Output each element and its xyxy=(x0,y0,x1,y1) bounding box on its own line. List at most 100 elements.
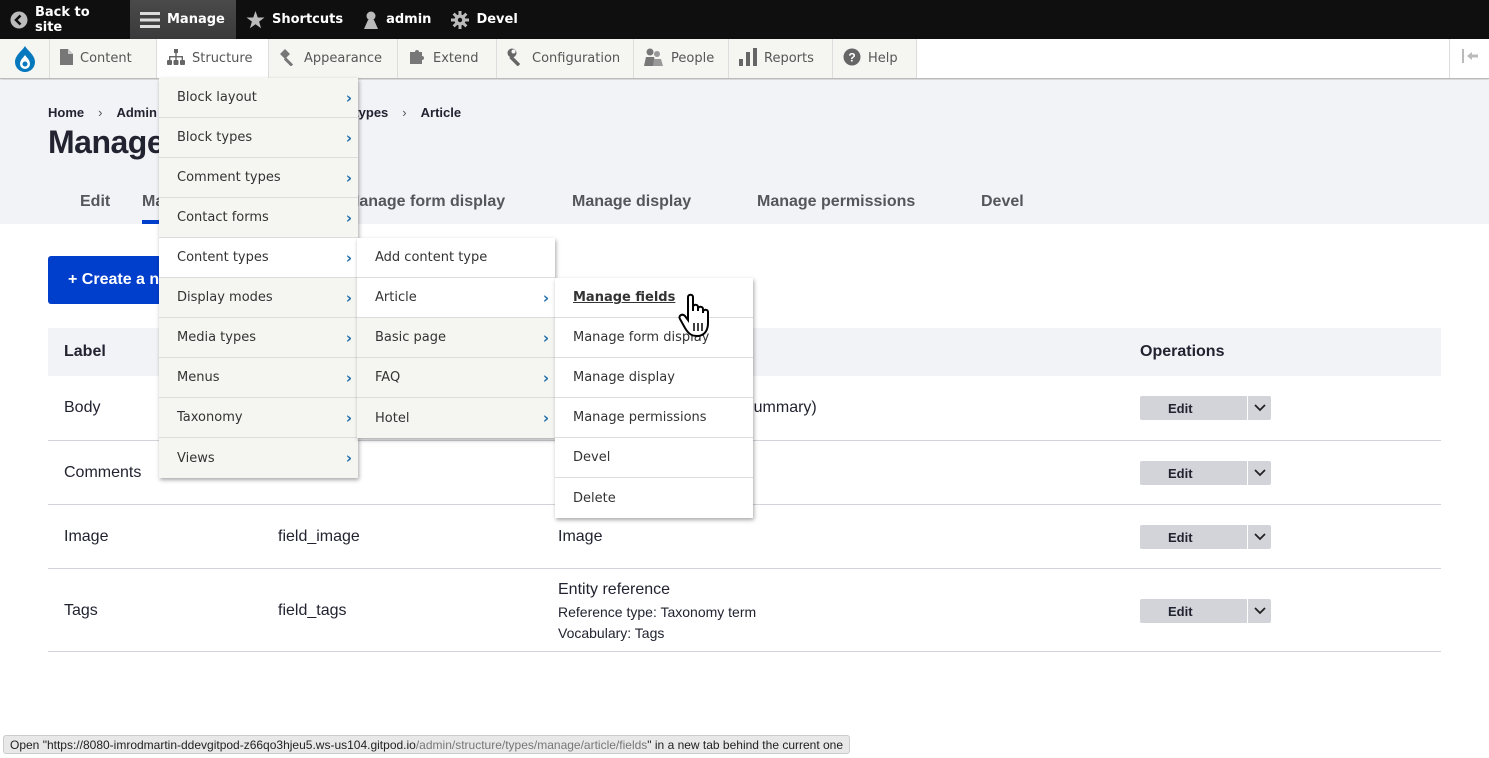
menu-item-display-modes[interactable]: Display modes › xyxy=(159,278,358,318)
chevron-down-icon[interactable] xyxy=(1247,599,1271,623)
structure-menu: Block layout › Block types › Comment types… xyxy=(159,78,358,478)
people-icon xyxy=(644,48,664,70)
svg-text:?: ? xyxy=(848,50,855,64)
breadcrumb-home[interactable]: Home xyxy=(48,105,84,120)
operations-dropbutton: Edit xyxy=(1140,525,1271,549)
manage-tab[interactable]: Manage xyxy=(130,0,236,39)
field-type-detail: Vocabulary: Tags xyxy=(558,625,665,641)
tab-manage-form-display[interactable]: Manage form display xyxy=(346,180,505,224)
sitemap-icon xyxy=(167,48,185,69)
tray-item-structure[interactable]: Structure xyxy=(157,39,269,78)
tray-item-content[interactable]: Content xyxy=(50,39,157,78)
menu-item-views[interactable]: Views › xyxy=(159,438,358,478)
chevron-right-icon: › xyxy=(542,409,549,427)
chevron-right-icon: › xyxy=(345,368,352,387)
tab-manage-permissions[interactable]: Manage permissions xyxy=(757,180,915,224)
collapse-arrow-icon xyxy=(1461,49,1478,68)
menu-item-add-content-type[interactable]: Add content type xyxy=(357,238,555,278)
header-operations: Operations xyxy=(1140,343,1225,360)
link-preview-statusbar: Open "https://8080-imrodmartin-ddevgitpo… xyxy=(3,735,851,754)
field-label[interactable]: Comments xyxy=(64,464,141,482)
chevron-right-icon: › xyxy=(542,368,549,387)
menu-item-manage-display[interactable]: Manage display xyxy=(555,358,753,398)
admin-toolbar: Back to site Manage Shortcuts admin Deve… xyxy=(0,0,1489,39)
shortcuts-tab[interactable]: Shortcuts xyxy=(236,0,353,39)
field-machine-name: field_image xyxy=(278,528,360,545)
tray-item-people[interactable]: People xyxy=(634,39,729,78)
chevron-down-icon[interactable] xyxy=(1247,525,1271,549)
field-type: Image xyxy=(558,528,603,545)
content-types-menu: Add content type Article › Basic page › FA… xyxy=(357,238,555,438)
admin-tray: Content Structure Appearance Extend Conf… xyxy=(0,39,1489,79)
drupal-logo-icon[interactable] xyxy=(0,39,50,78)
paintbrush-icon xyxy=(279,48,297,70)
table-row: Tags field_tags Entity reference Referen… xyxy=(48,569,1441,652)
tray-item-help[interactable]: ? Help xyxy=(833,39,917,78)
tray-item-appearance[interactable]: Appearance xyxy=(269,39,398,78)
operations-dropbutton: Edit xyxy=(1140,599,1271,623)
back-to-site-link[interactable]: Back to site xyxy=(0,0,130,39)
chevron-right-icon: › xyxy=(345,248,352,267)
menu-item-manage-form-display[interactable]: Manage form display xyxy=(555,318,753,358)
chevron-right-icon: › xyxy=(345,328,352,347)
help-icon: ? xyxy=(843,48,861,70)
field-type: Entity reference xyxy=(558,581,671,598)
bar-chart-icon xyxy=(739,47,757,70)
menu-item-contact-forms[interactable]: Contact forms › xyxy=(159,198,358,238)
field-machine-name: field_tags xyxy=(278,602,347,619)
edit-button[interactable]: Edit xyxy=(1140,461,1247,485)
file-icon xyxy=(60,48,73,69)
edit-button[interactable]: Edit xyxy=(1140,396,1247,420)
devel-tab[interactable]: Devel xyxy=(441,0,527,39)
menu-item-media-types[interactable]: Media types › xyxy=(159,318,358,358)
field-label[interactable]: Body xyxy=(64,399,100,417)
menu-item-menus[interactable]: Menus › xyxy=(159,358,358,398)
wrench-icon xyxy=(507,48,525,70)
back-arrow-icon xyxy=(10,11,28,29)
chevron-right-icon: › xyxy=(345,408,352,427)
gear-icon xyxy=(451,10,470,29)
puzzle-icon xyxy=(408,48,426,70)
menu-item-faq[interactable]: FAQ › xyxy=(357,358,555,398)
edit-button[interactable]: Edit xyxy=(1140,525,1247,549)
tray-item-extend[interactable]: Extend xyxy=(398,39,497,78)
field-label[interactable]: Image xyxy=(64,528,108,546)
breadcrumb-admin[interactable]: Admin xyxy=(116,105,156,120)
operations-dropbutton: Edit xyxy=(1140,396,1271,420)
menu-item-taxonomy[interactable]: Taxonomy › xyxy=(159,398,358,438)
field-type-detail: Reference type: Taxonomy term xyxy=(558,604,757,620)
tray-item-reports[interactable]: Reports xyxy=(729,39,833,78)
chevron-down-icon[interactable] xyxy=(1247,461,1271,485)
menu-item-block-types[interactable]: Block types › xyxy=(159,118,358,158)
hamburger-icon xyxy=(140,11,160,28)
chevron-right-icon: › xyxy=(345,168,352,187)
chevron-right-icon: › xyxy=(345,288,352,307)
breadcrumb-article[interactable]: Article xyxy=(421,105,461,120)
menu-item-manage-permissions[interactable]: Manage permissions xyxy=(555,398,753,438)
menu-item-basic-page[interactable]: Basic page › xyxy=(357,318,555,358)
chevron-down-icon[interactable] xyxy=(1247,396,1271,420)
user-tab[interactable]: admin xyxy=(353,0,441,39)
operations-dropbutton: Edit xyxy=(1140,461,1271,485)
chevron-right-icon: › xyxy=(542,288,549,307)
user-icon xyxy=(363,11,379,29)
menu-item-delete[interactable]: Delete xyxy=(555,478,753,518)
menu-item-block-layout[interactable]: Block layout › xyxy=(159,78,358,118)
tray-item-configuration[interactable]: Configuration xyxy=(497,39,634,78)
star-icon xyxy=(246,10,265,29)
tab-manage-display[interactable]: Manage display xyxy=(572,180,691,224)
menu-item-hotel[interactable]: Hotel › xyxy=(357,398,555,438)
menu-item-manage-fields[interactable]: Manage fields xyxy=(555,278,753,318)
menu-item-article[interactable]: Article › xyxy=(357,278,555,318)
chevron-right-icon: › xyxy=(345,88,352,107)
field-label[interactable]: Tags xyxy=(64,602,98,620)
menu-item-devel[interactable]: Devel xyxy=(555,438,753,478)
tab-devel[interactable]: Devel xyxy=(981,180,1024,224)
menu-item-content-types[interactable]: Content types › xyxy=(159,238,358,278)
edit-button[interactable]: Edit xyxy=(1140,599,1247,623)
tray-orientation-toggle[interactable] xyxy=(1449,39,1489,78)
tab-edit[interactable]: Edit xyxy=(80,180,110,224)
menu-item-comment-types[interactable]: Comment types › xyxy=(159,158,358,198)
hand-cursor-icon xyxy=(678,293,718,344)
chevron-right-icon: › xyxy=(345,128,352,147)
